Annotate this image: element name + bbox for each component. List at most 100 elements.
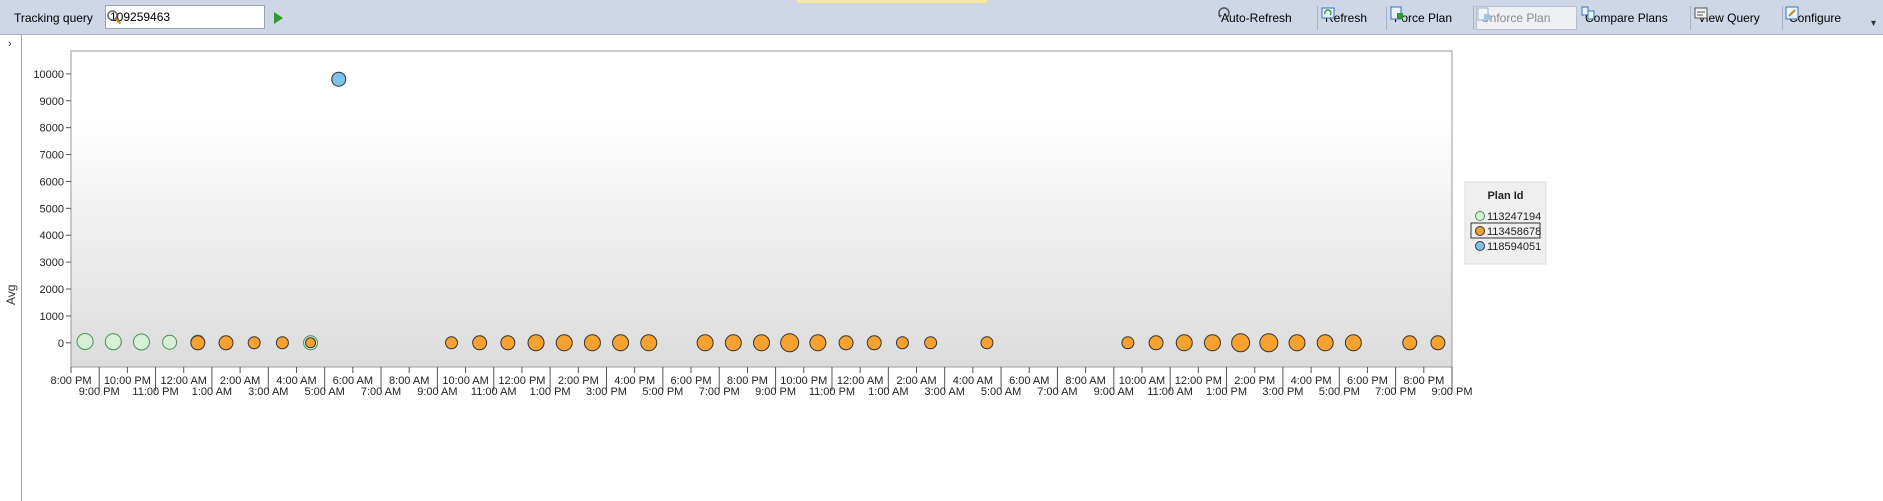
data-point (76, 332, 94, 350)
data-point (780, 333, 800, 353)
data-point (1344, 334, 1362, 352)
y-tick-label: 9000 (40, 96, 64, 108)
force-plan-button[interactable]: Force Plan (1390, 6, 1456, 30)
auto-refresh-button[interactable]: Auto-Refresh (1217, 6, 1296, 30)
x-tick-label: 3:00 PM (1262, 386, 1303, 398)
auto-refresh-label: Auto-Refresh (1221, 11, 1292, 25)
data-point (809, 334, 827, 352)
y-tick-label: 2000 (40, 284, 64, 296)
x-tick-label: 3:00 AM (248, 386, 288, 398)
y-tick-label: 4000 (40, 230, 64, 242)
run-icon[interactable] (272, 11, 284, 25)
tracking-query-label: Tracking query (14, 11, 93, 25)
legend-entry: 113247194 (1487, 211, 1541, 223)
chart-area: 0 1000 2000 3000 4000 5000 6000 7000 8000 9000 100… (22, 35, 1883, 501)
y-tick-label: 8000 (40, 123, 64, 135)
side-panel: › Avg (0, 35, 22, 501)
legend-marker (1475, 241, 1485, 251)
data-point (104, 333, 122, 351)
data-point (924, 336, 938, 350)
x-tick-label: 7:00 AM (1037, 386, 1077, 398)
force-plan-icon (1390, 6, 1403, 20)
refresh-icon (1321, 7, 1335, 19)
auto-refresh-icon (1218, 7, 1230, 18)
x-tick-label: 1:00 PM (530, 386, 571, 398)
x-tick-label: 7:00 AM (361, 386, 401, 398)
legend-marker (1475, 226, 1485, 236)
data-point (444, 336, 458, 350)
unforce-plan-button[interactable]: Unforce Plan (1476, 6, 1577, 30)
data-point (162, 334, 178, 350)
y-tick-label: 10000 (33, 69, 64, 81)
x-tick-label: 11:00 PM (809, 386, 855, 398)
data-point (1316, 334, 1334, 352)
view-query-button[interactable]: View Query (1694, 6, 1764, 30)
compare-plans-label: Compare Plans (1585, 11, 1668, 25)
toolbar-separator (1473, 6, 1474, 30)
x-tick-label: 1:00 PM (1206, 386, 1247, 398)
unforce-plan-label: Unforce Plan (1481, 11, 1551, 25)
search-icon[interactable] (106, 9, 122, 25)
toolbar-overflow-icon[interactable]: ▾ (1871, 18, 1876, 29)
y-tick-label: 7000 (40, 150, 64, 162)
data-point (866, 335, 882, 351)
data-point (1175, 334, 1193, 352)
x-tick-label: 9:00 PM (79, 386, 120, 398)
compare-plans-icon (1581, 6, 1595, 20)
data-point (1430, 335, 1446, 351)
data-point (1231, 333, 1251, 353)
y-tick-label: 0 (58, 338, 64, 350)
toolbar-separator (1317, 6, 1318, 30)
x-tick-label: 1:00 AM (192, 386, 232, 398)
data-point (696, 334, 714, 352)
legend: Plan Id 113247194 113458678 118594051 (1464, 181, 1547, 265)
expand-panel-icon[interactable]: › (8, 38, 12, 50)
toolbar: Tracking query Auto-Refresh Refresh Forc… (0, 0, 1883, 35)
configure-button[interactable]: Configure (1785, 6, 1845, 30)
y-axis: 0 1000 2000 3000 4000 5000 6000 7000 8000 9000 100… (33, 69, 71, 350)
data-point (331, 71, 347, 87)
x-tick-label: 7:00 PM (1375, 386, 1416, 398)
data-point (1203, 334, 1221, 352)
toolbar-separator (1782, 6, 1783, 30)
x-tick-label: 5:00 PM (1319, 386, 1360, 398)
plot-area (70, 50, 1453, 368)
toolbar-accent (797, 0, 987, 3)
data-point (218, 335, 234, 351)
x-tick-label: 11:00 AM (1147, 386, 1193, 398)
data-point (724, 334, 742, 352)
legend-entry: 113458678 (1487, 226, 1541, 238)
x-axis: 8:00 PM 10:00 PM 12:00 AM 2:00 AM 4:00 AM 6:0… (51, 367, 1472, 398)
data-point (612, 334, 630, 352)
tracking-query-field[interactable] (105, 5, 265, 29)
y-tick-label: 1000 (40, 311, 64, 323)
x-tick-label: 7:00 PM (699, 386, 740, 398)
data-point (1259, 333, 1279, 353)
data-point (640, 334, 658, 352)
compare-plans-button[interactable]: Compare Plans (1581, 6, 1672, 30)
toolbar-separator (1386, 6, 1387, 30)
x-tick-label: 5:00 AM (304, 386, 344, 398)
data-point (895, 336, 909, 350)
data-point (527, 334, 545, 352)
unforce-plan-icon (1477, 7, 1490, 21)
data-point (132, 333, 150, 351)
data-point (1121, 336, 1135, 350)
toolbar-separator (1690, 6, 1691, 30)
data-point (247, 336, 261, 350)
legend-marker (1475, 211, 1485, 221)
data-point (190, 335, 206, 351)
refresh-button[interactable]: Refresh (1321, 6, 1371, 30)
data-point (275, 336, 289, 350)
x-tick-label: 9:00 AM (417, 386, 457, 398)
data-point (1402, 335, 1418, 351)
data-point (1148, 335, 1164, 351)
tracking-query-input[interactable] (110, 7, 230, 27)
x-tick-label: 3:00 PM (586, 386, 627, 398)
data-point (500, 335, 516, 351)
y-tick-label: 5000 (40, 203, 64, 215)
x-tick-label: 9:00 AM (1094, 386, 1134, 398)
data-point (980, 336, 994, 350)
x-tick-label: 11:00 PM (132, 386, 178, 398)
x-tick-label: 5:00 AM (981, 386, 1021, 398)
